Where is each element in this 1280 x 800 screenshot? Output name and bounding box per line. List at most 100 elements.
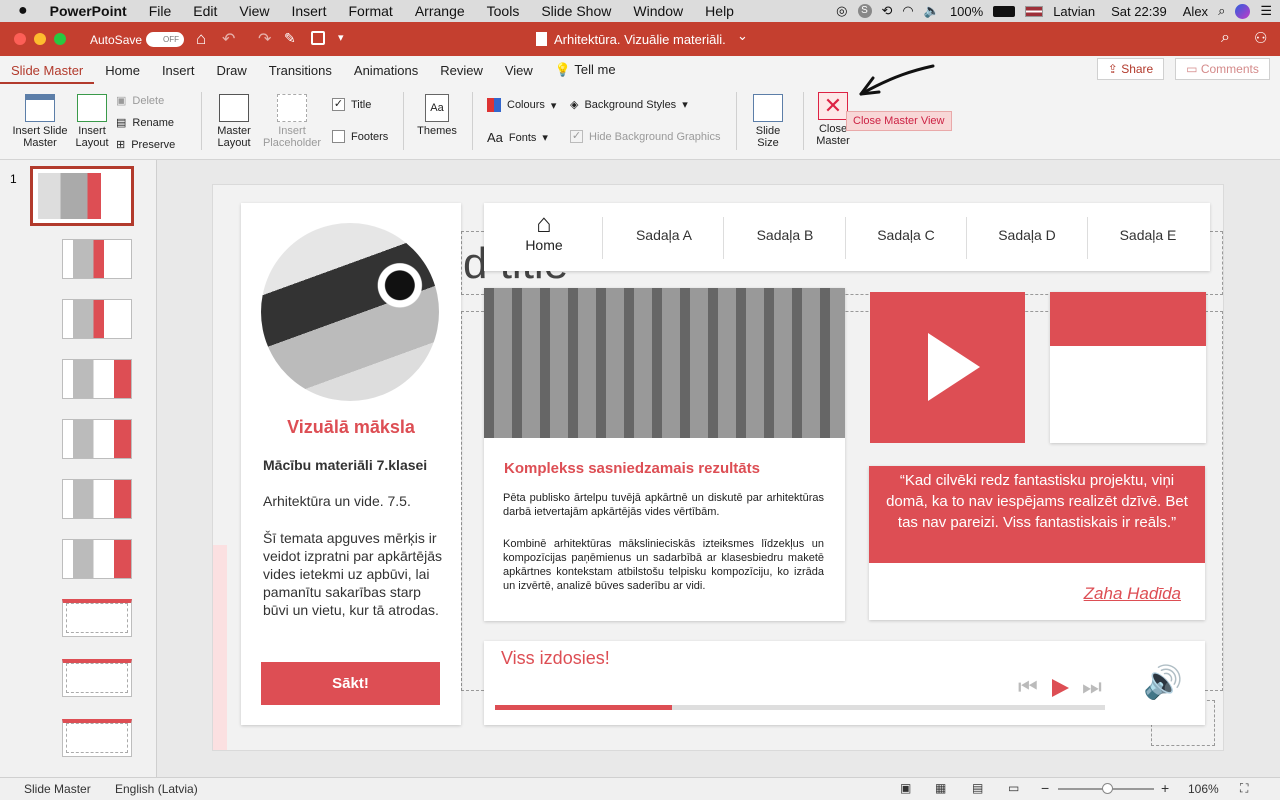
nav-home[interactable]: ⌂ Home	[502, 209, 586, 253]
background-styles-button[interactable]: ◈ Background Styles ▾	[570, 98, 688, 112]
tab-view[interactable]: View	[494, 63, 544, 84]
layout-thumbnail[interactable]	[62, 479, 132, 519]
layout-thumbnail[interactable]	[62, 539, 132, 579]
tab-review[interactable]: Review	[429, 63, 494, 84]
siri-icon[interactable]	[1235, 3, 1251, 19]
wifi-icon[interactable]: ◠	[902, 3, 913, 19]
redo-icon[interactable]: ↷	[258, 29, 271, 49]
menu-tools[interactable]: Tools	[487, 3, 520, 19]
spotlight-search-icon[interactable]: ⌕	[1218, 3, 1225, 19]
slide-size-button[interactable]: Slide Size	[746, 94, 790, 149]
comments-button[interactable]: ▭ Comments	[1175, 58, 1270, 80]
creative-cloud-icon[interactable]: ◎	[836, 3, 847, 19]
nav-section-d[interactable]: Sadaļa D	[967, 227, 1087, 243]
play-icon[interactable]	[1052, 679, 1069, 697]
zoom-slider[interactable]	[1058, 783, 1154, 794]
menu-help[interactable]: Help	[705, 3, 734, 19]
volume-icon[interactable]: 🔊	[1143, 665, 1183, 699]
layout-thumbnail[interactable]	[62, 659, 132, 697]
skype-icon[interactable]: S	[857, 4, 872, 18]
menu-view[interactable]: View	[239, 3, 269, 19]
slideshow-icon[interactable]: ▭	[1008, 781, 1019, 795]
layout-thumbnail[interactable]	[62, 299, 132, 339]
save-icon[interactable]	[311, 31, 325, 45]
edit-icon[interactable]: ✎	[284, 30, 296, 47]
undo-icon[interactable]: ↶	[222, 29, 235, 49]
clock[interactable]: Sat 22:39	[1111, 4, 1167, 19]
autosave-toggle[interactable]: OFF	[146, 32, 184, 47]
tab-draw[interactable]: Draw	[205, 63, 257, 84]
start-button[interactable]: Sākt!	[261, 662, 440, 705]
language-label[interactable]: English (Latvia)	[115, 782, 198, 796]
progress-track[interactable]	[495, 705, 1105, 710]
minimize-window-button[interactable]	[34, 33, 46, 45]
user-name[interactable]: Alex	[1183, 4, 1208, 19]
menu-format[interactable]: Format	[348, 3, 392, 19]
layout-thumbnail[interactable]	[62, 599, 132, 637]
battery-icon[interactable]	[993, 5, 1016, 17]
master-thumbnail[interactable]	[30, 166, 134, 226]
video-play-tile[interactable]	[870, 292, 1025, 443]
volume-icon[interactable]: 🔈	[924, 3, 940, 19]
normal-view-icon[interactable]: ▣	[900, 781, 911, 795]
zoom-window-button[interactable]	[54, 33, 66, 45]
insert-placeholder-button[interactable]: Insert Placeholder	[260, 94, 324, 149]
nav-section-b[interactable]: Sadaļa B	[725, 227, 845, 243]
next-track-icon[interactable]: ⏭	[1082, 676, 1104, 698]
nav-section-c[interactable]: Sadaļa C	[846, 227, 966, 243]
menu-app-name[interactable]: PowerPoint	[50, 3, 127, 19]
tab-animations[interactable]: Animations	[343, 63, 429, 84]
menu-file[interactable]: File	[149, 3, 172, 19]
insert-slide-master-button[interactable]: Insert Slide Master	[8, 94, 72, 149]
time-machine-icon[interactable]: ⟲	[882, 3, 893, 19]
zoom-in-icon[interactable]: +	[1161, 780, 1169, 796]
tab-home[interactable]: Home	[94, 63, 151, 84]
tab-insert[interactable]: Insert	[151, 63, 206, 84]
tab-slide-master[interactable]: Slide Master	[0, 63, 95, 84]
fonts-button[interactable]: Aa Fonts ▾	[487, 130, 548, 145]
notification-center-icon[interactable]: ☰	[1260, 3, 1272, 19]
nav-section-e[interactable]: Sadaļa E	[1088, 227, 1208, 243]
search-icon[interactable]: ⌕	[1221, 29, 1230, 47]
tab-transitions[interactable]: Transitions	[258, 63, 343, 84]
preserve-button[interactable]: ⊞ Preserve	[116, 138, 175, 152]
slide-master-canvas[interactable]: d title Vizuālā māksla Mācību materiāli …	[212, 184, 1224, 751]
input-language[interactable]: Latvian	[1053, 4, 1095, 19]
slide-sorter-icon[interactable]: ▦	[935, 781, 946, 795]
hide-bg-check-icon: ✓	[570, 130, 583, 143]
menu-arrange[interactable]: Arrange	[415, 3, 465, 19]
menu-edit[interactable]: Edit	[193, 3, 217, 19]
layout-thumbnail[interactable]	[62, 719, 132, 757]
hide-bg-graphics-checkbox[interactable]: ✓ Hide Background Graphics	[570, 130, 720, 143]
zoom-slider-handle[interactable]	[1102, 783, 1113, 794]
insert-layout-button[interactable]: Insert Layout	[72, 94, 112, 149]
title-chevron-icon[interactable]: ⌄	[737, 28, 748, 44]
reading-view-icon[interactable]: ▤	[972, 781, 983, 795]
zoom-level[interactable]: 106%	[1188, 782, 1219, 796]
colours-button[interactable]: Colours ▾	[487, 98, 556, 112]
themes-button[interactable]: Aa Themes	[412, 94, 462, 137]
home-icon[interactable]: ⌂	[196, 29, 206, 49]
menu-window[interactable]: Window	[633, 3, 683, 19]
document-title[interactable]: Arhitektūra. Vizuālie materiāli.	[554, 32, 726, 47]
tell-me-box[interactable]: 💡 Tell me	[544, 62, 627, 84]
layout-thumbnail[interactable]	[62, 359, 132, 399]
fit-to-window-icon[interactable]: ⛶	[1240, 781, 1248, 796]
customize-toolbar-icon[interactable]: ▾	[338, 31, 344, 44]
share-person-icon[interactable]: ⚇	[1254, 29, 1267, 47]
share-button[interactable]: ⇪ Share	[1097, 58, 1164, 80]
previous-track-icon[interactable]: ⏮	[1018, 676, 1040, 698]
close-window-button[interactable]	[14, 33, 26, 45]
title-checkbox[interactable]: ✓ Title	[332, 98, 371, 111]
menu-slide-show[interactable]: Slide Show	[541, 3, 611, 19]
zoom-out-icon[interactable]: −	[1041, 780, 1049, 796]
delete-button[interactable]: ▣ Delete	[116, 94, 164, 108]
apple-icon[interactable]: ●	[18, 2, 28, 20]
layout-thumbnail[interactable]	[62, 419, 132, 459]
rename-button[interactable]: ▤ Rename	[116, 116, 174, 130]
footers-checkbox[interactable]: Footers	[332, 130, 388, 143]
layout-thumbnail[interactable]	[62, 239, 132, 279]
menu-insert[interactable]: Insert	[291, 3, 326, 19]
nav-section-a[interactable]: Sadaļa A	[604, 227, 724, 243]
master-layout-button[interactable]: Master Layout	[210, 94, 258, 149]
